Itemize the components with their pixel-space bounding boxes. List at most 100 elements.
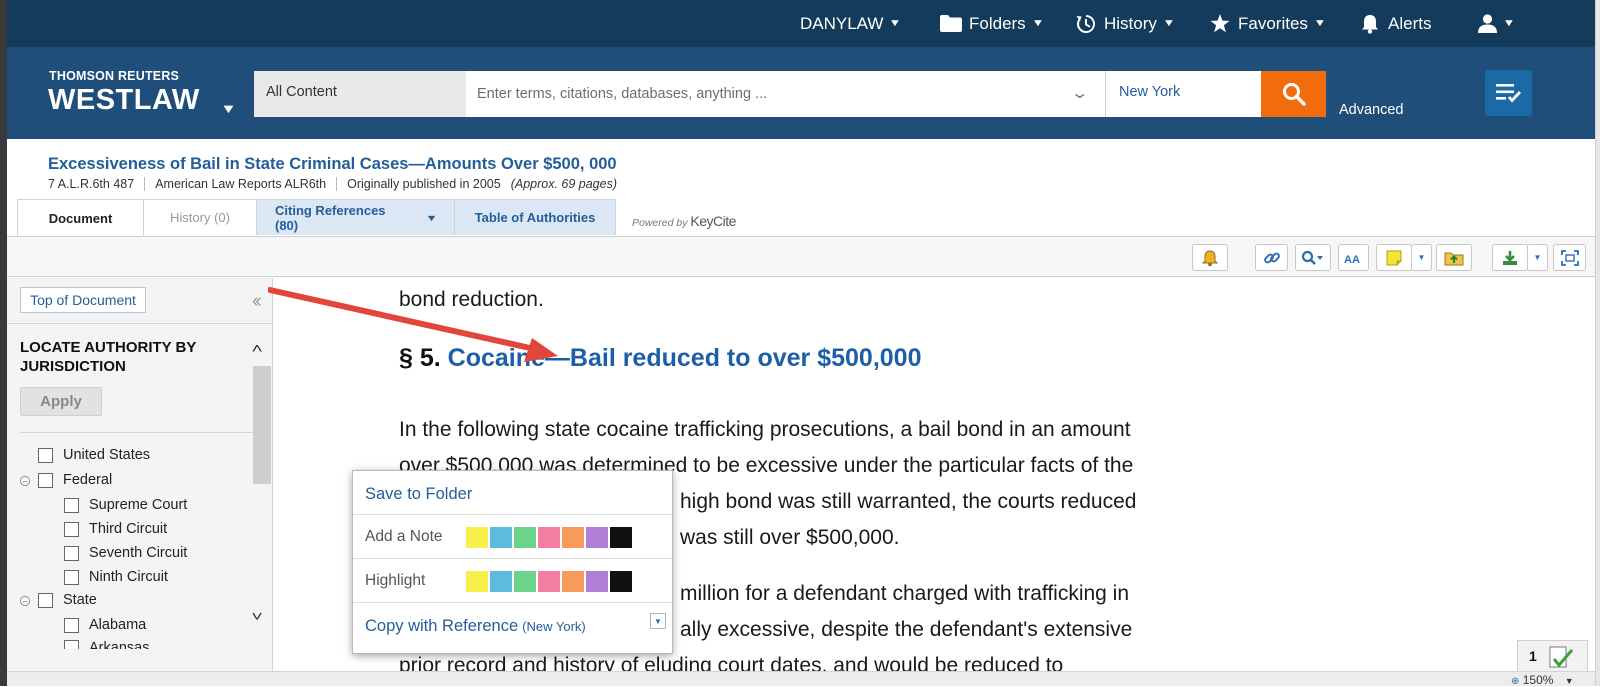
highlight-option[interactable]: Highlight [353,559,672,603]
color-swatch[interactable] [562,571,584,592]
chevron-down-icon: ▼ [1313,18,1327,29]
download-icon [1503,250,1517,265]
jurisdiction-label: Third Circuit [89,521,168,537]
sidebar-scrollbar[interactable]: ˄ ˅ [250,338,272,638]
checkbox[interactable] [64,569,79,585]
chevron-down-icon[interactable]: ▼ [425,213,437,223]
tab-history[interactable]: History (0) [143,199,257,235]
folder-icon [940,15,962,32]
tab-citing-references[interactable]: Citing References (80) ▼ [256,199,455,235]
add-note-option[interactable]: Add a Note [353,515,672,559]
add-note-button[interactable] [1376,244,1412,271]
chevron-down-icon[interactable]: ⌄ [1070,83,1089,103]
page-number: 1 [1529,648,1537,664]
full-screen-button[interactable] [1553,244,1586,271]
search-input[interactable] [466,71,1105,117]
history-menu[interactable]: History ▼ [1076,0,1176,47]
checkbox[interactable] [38,447,53,463]
account-menu[interactable]: DANYLAW ▼ [800,0,902,47]
alerts-menu[interactable]: Alerts [1361,0,1431,47]
locate-heading: LOCATE AUTHORITY BY JURISDICTION [20,339,197,375]
chevron-down-icon[interactable]: ▼ [220,101,237,116]
apply-button[interactable]: Apply [20,387,102,416]
checkbox[interactable] [64,640,79,649]
page-indicator[interactable]: 1 [1517,640,1588,672]
jurisdiction-federal[interactable]: Federal [38,472,112,488]
research-tasks-button[interactable] [1485,70,1532,116]
color-swatch[interactable] [466,571,488,592]
color-swatch[interactable] [538,571,560,592]
chevron-down-icon: ▼ [1162,18,1176,29]
note-dropdown[interactable]: ▼ [1411,244,1432,271]
jurisdiction-third-circuit[interactable]: Third Circuit [64,521,167,537]
jurisdiction-ninth-circuit[interactable]: Ninth Circuit [64,569,168,585]
alerts-label: Alerts [1388,13,1432,33]
notification-button[interactable] [1192,244,1228,271]
document-title[interactable]: Excessiveness of Bail in State Criminal … [48,155,617,174]
jurisdiction-united-states[interactable]: United States [38,447,150,463]
document-metadata: 7 A.L.R.6th 487 American Law Reports ALR… [48,177,627,191]
jurisdiction-arkansas[interactable]: Arkansas [64,640,149,649]
keycite-logo: Powered by KeyCite [632,213,736,229]
checkbox[interactable] [64,617,79,633]
color-swatch[interactable] [610,527,632,548]
account-label: DANYLAW [800,13,884,33]
download-button[interactable] [1492,244,1528,271]
advanced-search-link[interactable]: Advanced [1339,102,1404,118]
search-within-button[interactable] [1295,244,1331,271]
color-swatch[interactable] [466,527,488,548]
checkbox[interactable] [64,521,79,537]
checkbox[interactable] [38,592,53,608]
checkbox[interactable] [38,472,53,488]
tab-table-of-authorities[interactable]: Table of Authorities [454,199,616,235]
jurisdiction-state[interactable]: State [38,592,97,608]
page-scrollbar[interactable] [1595,0,1600,686]
westlaw-logo[interactable]: WESTLAW [48,84,200,117]
color-swatch[interactable] [586,527,608,548]
color-swatch[interactable] [514,571,536,592]
download-dropdown[interactable]: ▼ [1527,244,1548,271]
collapse-state-icon[interactable]: – [20,596,30,606]
tab-document[interactable]: Document [17,199,144,236]
copy-with-reference-option[interactable]: Copy with Reference (New York) ▼ [353,603,672,653]
color-swatch[interactable] [490,527,512,548]
publication: American Law Reports ALR6th [144,177,336,191]
jurisdiction-supreme-court[interactable]: Supreme Court [64,497,187,513]
favorites-menu[interactable]: Favorites ▼ [1210,0,1327,47]
search-header: THOMSON REUTERS WESTLAW ▼ All Content ⌄ … [7,47,1595,139]
text-size-button[interactable]: AA [1338,244,1369,271]
save-to-folder-option[interactable]: Save to Folder [353,471,672,515]
color-swatch[interactable] [514,527,536,548]
save-folder-icon [1444,252,1464,265]
chevron-up-icon[interactable]: ˄ [251,340,262,356]
document-check-icon [1549,646,1574,668]
paragraph-line: In the following state cocaine trafficki… [399,418,1131,441]
highlight-label: Highlight [365,572,426,589]
checkbox[interactable] [64,497,79,513]
zoom-in-icon[interactable]: ⊕ [1511,676,1519,687]
collapse-sidebar-icon[interactable]: ‹‹ [252,291,262,313]
chevron-down-icon[interactable]: ˅ [251,608,262,624]
color-swatch[interactable] [562,527,584,548]
jurisdiction-seventh-circuit[interactable]: Seventh Circuit [64,545,187,561]
jurisdiction-selector[interactable]: New York [1105,71,1261,117]
search-button[interactable] [1261,71,1326,117]
checkbox[interactable] [64,545,79,561]
color-swatch[interactable] [538,527,560,548]
zoom-level[interactable]: ⊕ 150% ▼ [1511,673,1574,687]
color-swatch[interactable] [586,571,608,592]
folders-menu[interactable]: Folders ▼ [940,0,1044,47]
collapse-federal-icon[interactable]: – [20,476,30,486]
copy-options-dropdown[interactable]: ▼ [650,613,666,629]
top-of-document-link[interactable]: Top of Document [20,287,146,313]
chevron-down-icon[interactable]: ▼ [1565,676,1574,686]
search-scope-select[interactable]: All Content [254,71,466,117]
powered-by-label: Powered by [632,217,688,229]
profile-menu[interactable]: ▼ [1478,0,1515,47]
scroll-thumb[interactable] [253,366,271,484]
jurisdiction-alabama[interactable]: Alabama [64,617,146,633]
copy-link-button[interactable] [1255,244,1288,271]
color-swatch[interactable] [490,571,512,592]
color-swatch[interactable] [610,571,632,592]
save-to-folder-button[interactable] [1436,244,1472,271]
